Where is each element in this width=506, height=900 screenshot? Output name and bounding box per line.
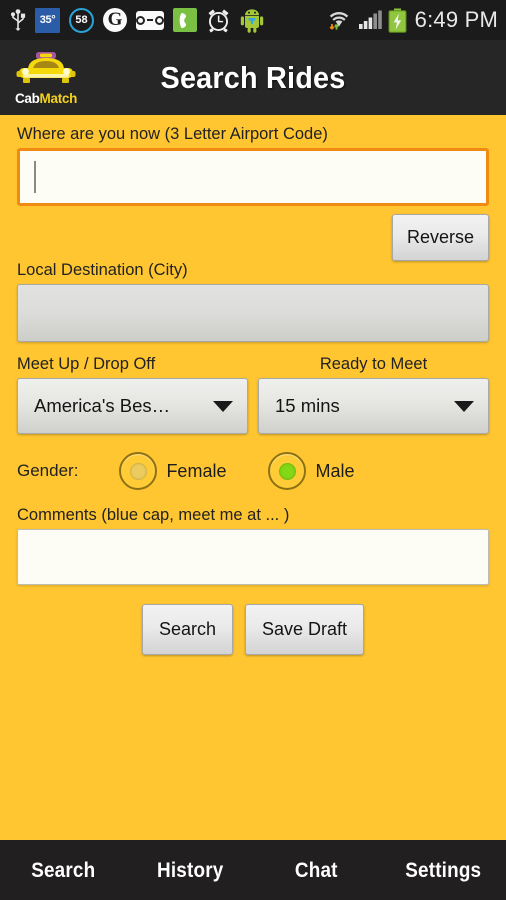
ready-group: Ready to Meet 15 mins — [258, 355, 489, 434]
nav-item-search[interactable]: Search — [6, 859, 120, 883]
status-bar-right-icons: 6:49 PM — [326, 7, 498, 33]
comments-label: Comments (blue cap, meet me at ... ) — [17, 506, 290, 524]
ready-selected-value: 15 mins — [275, 395, 340, 416]
text-cursor — [34, 161, 36, 193]
comments-input[interactable] — [17, 529, 489, 585]
destination-label: Local Destination (City) — [17, 261, 188, 279]
gender-label-male: Male — [315, 460, 355, 481]
search-button[interactable]: Search — [141, 604, 233, 655]
google-icon: G — [103, 8, 127, 32]
meetup-dropdown[interactable]: America's Bes… — [17, 378, 248, 434]
nav-item-settings[interactable]: Settings — [386, 859, 500, 883]
clock-time: 6:49 PM — [414, 7, 498, 32]
gender-label: Gender: — [17, 461, 79, 480]
weather-temp-icon: 35° — [35, 7, 60, 33]
cellular-signal-icon — [358, 10, 382, 30]
nav-item-chat[interactable]: Chat — [259, 859, 373, 883]
gender-row: Gender: Female Male — [17, 452, 489, 490]
notification-count-icon: 58 — [69, 7, 94, 33]
spinner-row: Meet Up / Drop Off America's Bes… Ready … — [17, 355, 489, 434]
bottom-navigation: Search History Chat Settings — [0, 842, 506, 900]
gender-label-female: Female — [166, 460, 227, 481]
battery-charging-icon — [388, 8, 407, 33]
status-bar-left-icons: 35° 58 G — [10, 7, 326, 33]
app-title-bar: CabMatch Search Rides — [0, 40, 506, 115]
action-buttons-row: Search Save Draft — [17, 604, 489, 655]
chevron-down-icon — [213, 400, 233, 412]
android-robot-icon — [240, 8, 264, 33]
chevron-down-icon — [454, 400, 474, 412]
gender-option-male[interactable]: Male — [268, 452, 354, 490]
gender-option-female[interactable]: Female — [119, 452, 226, 490]
wifi-icon — [326, 9, 352, 31]
origin-label: Where are you now (3 Letter Airport Code… — [17, 125, 328, 143]
form-content: Where are you now (3 Letter Airport Code… — [0, 115, 506, 655]
usb-icon — [10, 9, 26, 31]
origin-input[interactable] — [17, 148, 489, 206]
radio-button-male-icon[interactable] — [268, 452, 307, 490]
app-root: 35° 58 G 6:49 PM CabMatch Search Rides W… — [0, 0, 506, 900]
meetup-label: Meet Up / Drop Off — [17, 355, 156, 373]
reverse-button[interactable]: Reverse — [391, 214, 489, 261]
status-bar: 35° 58 G 6:49 PM — [0, 0, 506, 40]
save-draft-button[interactable]: Save Draft — [245, 604, 365, 655]
nav-item-history[interactable]: History — [133, 859, 247, 883]
meetup-group: Meet Up / Drop Off America's Bes… — [17, 355, 248, 434]
reverse-row: Reverse — [17, 214, 489, 261]
ready-dropdown[interactable]: 15 mins — [258, 378, 489, 434]
destination-input[interactable] — [17, 284, 489, 342]
voicemail-icon — [136, 10, 164, 30]
phone-icon — [173, 8, 197, 32]
radio-button-female-icon[interactable] — [119, 452, 158, 490]
page-title: Search Rides — [160, 59, 346, 95]
meetup-selected-value: America's Bes… — [34, 395, 171, 416]
alarm-clock-icon — [206, 8, 231, 33]
ready-label: Ready to Meet — [319, 355, 428, 373]
